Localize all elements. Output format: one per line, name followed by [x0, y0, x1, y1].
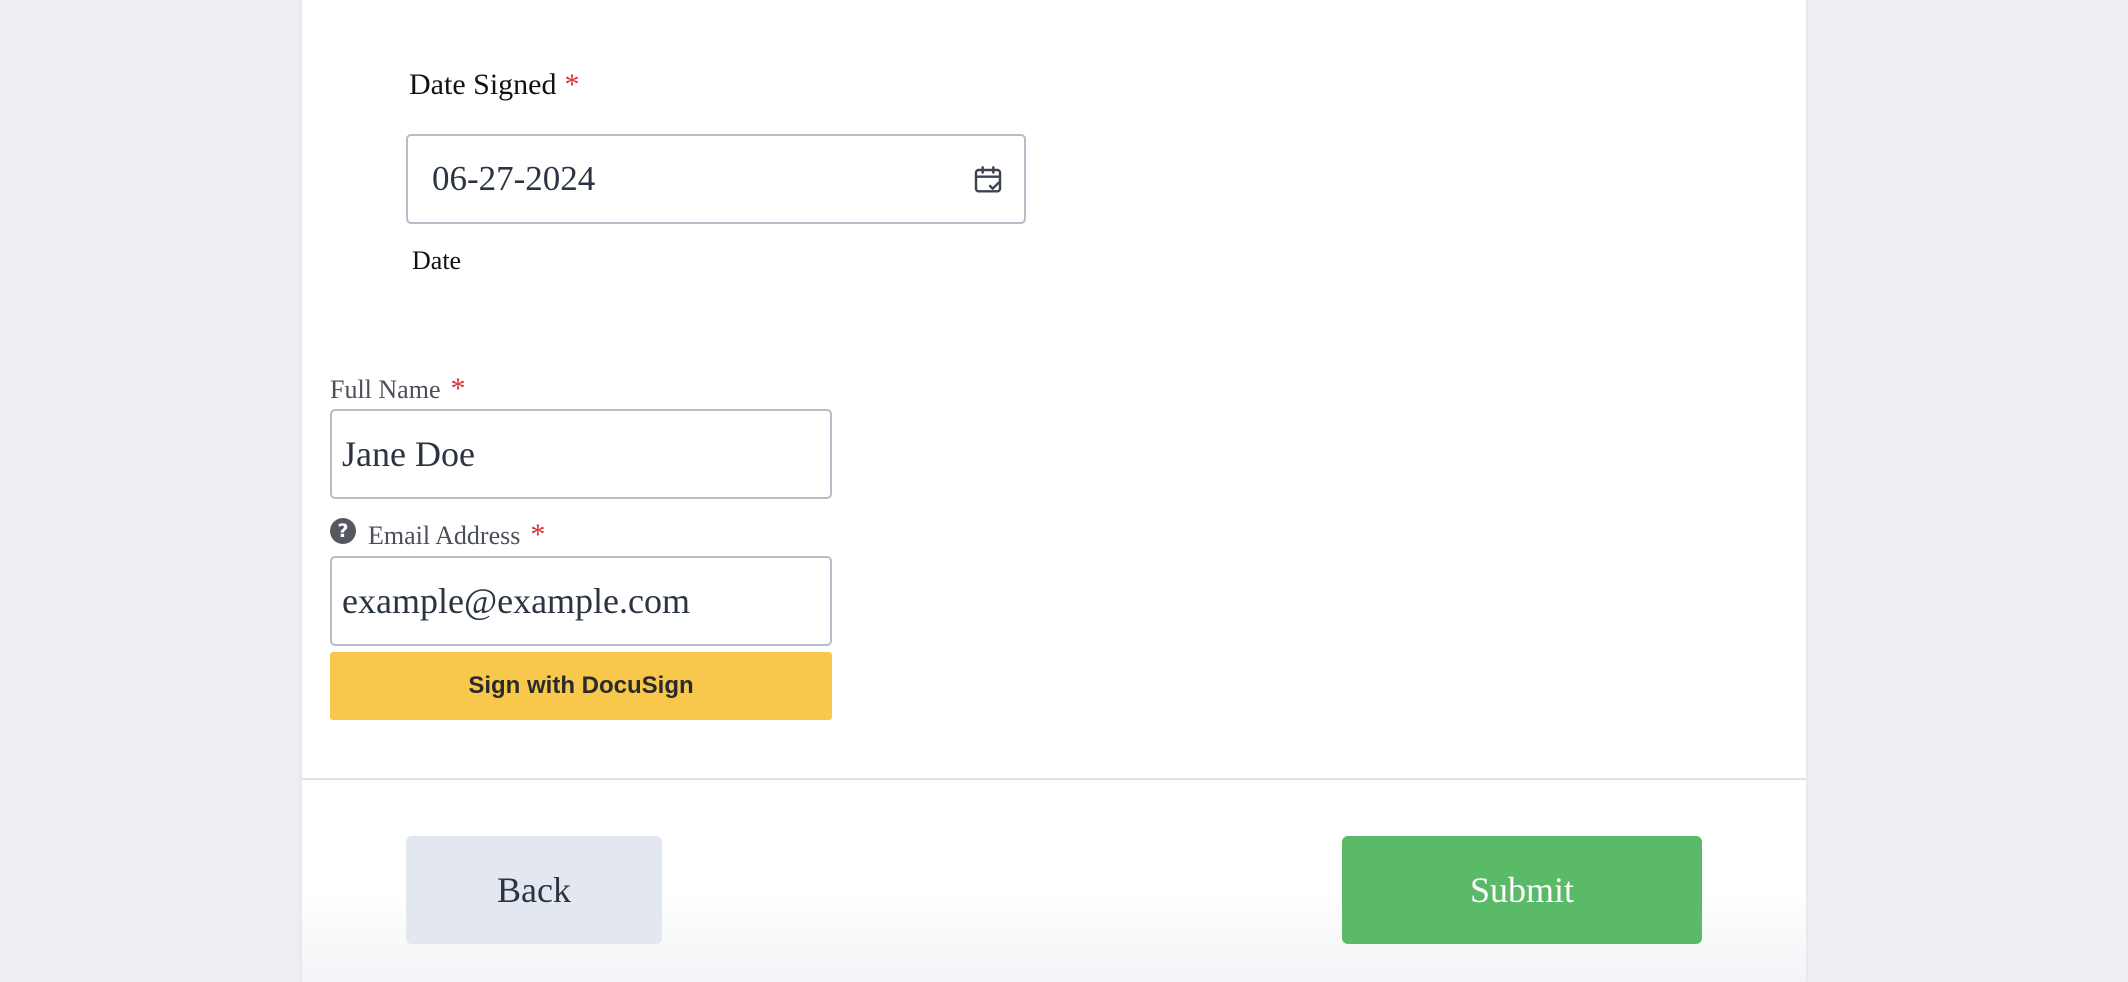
full-name-input[interactable]: Jane Doe [330, 409, 832, 499]
full-name-label-text: Full Name [330, 375, 441, 404]
required-asterisk: * [564, 68, 580, 101]
date-signed-label: Date Signed * [409, 68, 579, 102]
full-name-value: Jane Doe [342, 434, 475, 474]
date-signed-label-text: Date Signed [409, 68, 557, 101]
submit-button[interactable]: Submit [1342, 836, 1702, 944]
date-sublabel: Date [412, 246, 462, 275]
date-signed-value: 06-27-2024 [432, 159, 596, 198]
required-asterisk: * [450, 372, 466, 405]
email-address-label-text: Email Address [368, 521, 521, 550]
email-address-label: Email Address * [368, 518, 545, 552]
email-address-value: example@example.com [342, 581, 691, 621]
form-card: Date Signed * 06-27-2024 Date Full Name * … [302, 0, 1806, 982]
date-signed-input[interactable]: 06-27-2024 [406, 134, 1026, 224]
full-name-label: Full Name * [330, 372, 466, 406]
back-button[interactable]: Back [406, 836, 662, 944]
calendar-check-icon[interactable] [972, 164, 1004, 196]
required-asterisk: * [530, 518, 546, 551]
email-address-input[interactable]: example@example.com [330, 556, 832, 646]
sign-with-docusign-button[interactable]: Sign with DocuSign [330, 652, 832, 720]
question-circle-icon[interactable]: ? [330, 518, 356, 544]
